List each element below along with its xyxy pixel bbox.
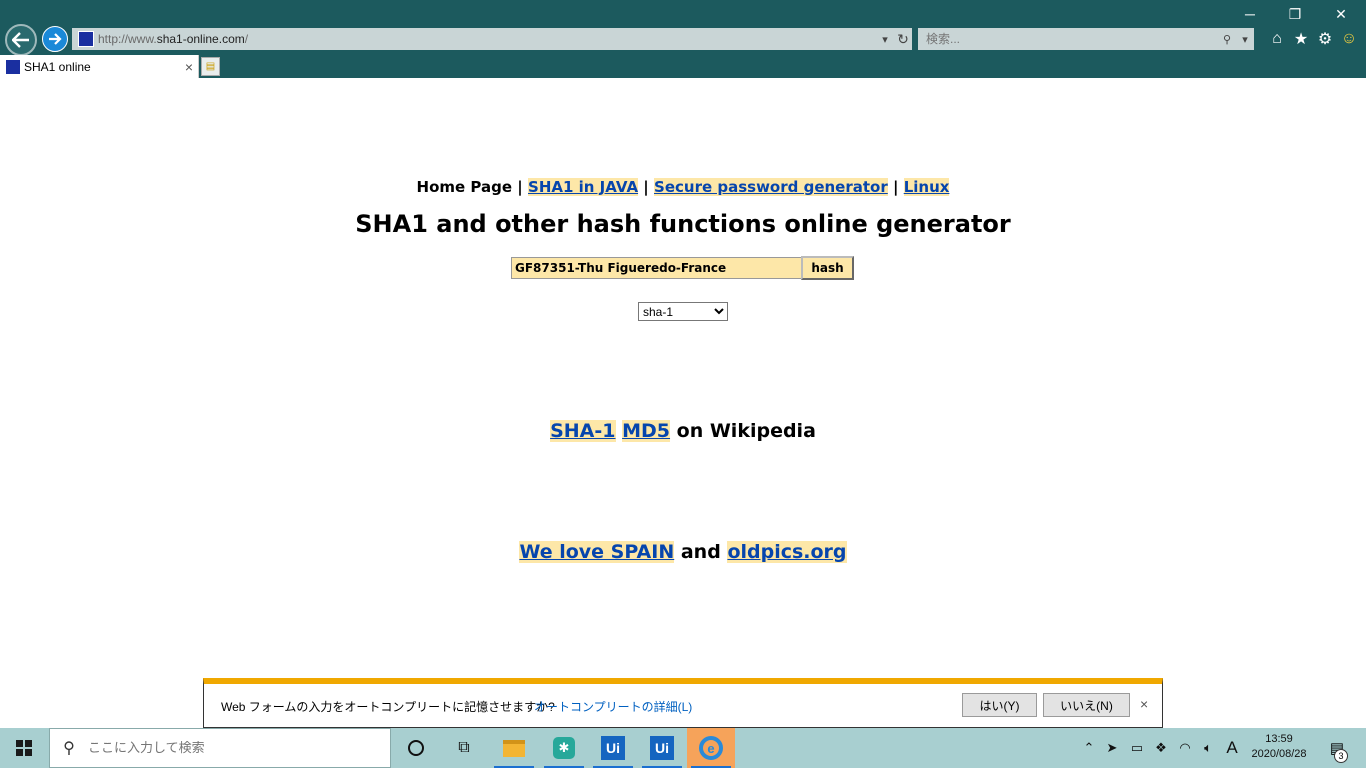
taskbar-search-input[interactable] (88, 740, 390, 756)
we-love-spain-link[interactable]: We love SPAIN (519, 541, 675, 563)
nav-separator: | (517, 178, 523, 196)
taskbar-file-explorer[interactable] (490, 728, 538, 768)
search-icon: ⚲ (63, 740, 75, 757)
address-url[interactable]: http://www.sha1-online.com/ (98, 32, 876, 46)
nav-link-linux[interactable]: Linux (903, 178, 950, 196)
autocomplete-details-link[interactable]: オートコンプリートの詳細(L) (534, 698, 692, 715)
oldpics-link[interactable]: oldpics.org (727, 541, 847, 563)
forward-button[interactable] (42, 26, 68, 52)
uipath-icon: Ui (650, 736, 674, 760)
refresh-icon[interactable]: ↻ (894, 30, 912, 48)
tab-favicon-icon (6, 59, 20, 74)
browser-tab[interactable]: SHA1 online × (0, 55, 199, 78)
autocomplete-notification-bar: Web フォームの入力をオートコンプリートに記憶させますか? オートコンプリート… (203, 678, 1163, 728)
favorites-star-icon[interactable]: ★ (1290, 28, 1312, 50)
folder-icon (503, 739, 525, 757)
close-window-button[interactable]: ✕ (1326, 4, 1356, 24)
browser-search-bar[interactable]: ⚲ ▾ (918, 28, 1254, 50)
minimize-button[interactable]: ─ (1235, 4, 1265, 24)
sha1-wikipedia-link[interactable]: SHA-1 (550, 420, 616, 442)
settings-gear-icon[interactable]: ⚙ (1314, 28, 1336, 50)
nav-home-page: Home Page (416, 178, 513, 196)
autocomplete-yes-button[interactable]: はい(Y) (962, 693, 1037, 717)
dropdown-icon[interactable]: ▾ (876, 30, 894, 48)
taskbar-uipath-2[interactable]: Ui (638, 728, 686, 768)
task-view-button[interactable]: ⧉ (440, 728, 488, 768)
site-favicon-icon (78, 31, 94, 47)
autocomplete-no-button[interactable]: いいえ(N) (1043, 693, 1130, 717)
back-button[interactable] (5, 24, 37, 56)
battery-icon[interactable]: ▭ (1125, 728, 1149, 768)
cortana-button[interactable] (392, 728, 440, 768)
wifi-icon[interactable]: ◠ (1174, 728, 1196, 768)
address-bar[interactable]: http://www.sha1-online.com/ ▾ ↻ (72, 28, 912, 50)
top-navigation: Home Page | SHA1 in JAVA | Secure passwo… (0, 178, 1366, 196)
web-page: Home Page | SHA1 in JAVA | Secure passwo… (0, 78, 1366, 728)
arrow-left-icon (12, 32, 29, 48)
promo-links: We love SPAIN and oldpics.org (0, 541, 1366, 563)
hash-text-input[interactable] (511, 257, 801, 279)
clock-time: 13:59 (1265, 733, 1293, 745)
new-tab-icon: ▤ (205, 61, 216, 72)
windows-taskbar: ⚲ ⧉ ✱ Ui Ui e ⌃ ➤ ▭ ❖ ◠ 🔈︎ A 13:59 2020/… (0, 728, 1366, 768)
home-icon[interactable]: ⌂ (1266, 28, 1288, 50)
nav-link-password-generator[interactable]: Secure password generator (654, 178, 888, 196)
hash-form: hash (511, 256, 854, 280)
md5-wikipedia-link[interactable]: MD5 (622, 420, 671, 442)
hash-button[interactable]: hash (801, 256, 854, 280)
nav-separator: | (643, 178, 649, 196)
notification-close-icon[interactable]: × (1140, 696, 1148, 712)
page-title: SHA1 and other hash functions online gen… (355, 210, 1011, 238)
and-text: and (680, 541, 721, 563)
system-clock[interactable]: 13:59 2020/08/28 (1246, 732, 1312, 762)
taskbar-uipath-1[interactable]: Ui (589, 728, 637, 768)
nav-separator: | (892, 178, 899, 196)
tab-close-icon[interactable]: × (180, 59, 198, 75)
location-icon[interactable]: ➤ (1101, 728, 1123, 768)
taskbar-slack[interactable]: ✱ (540, 728, 588, 768)
restore-button[interactable]: ❐ (1280, 4, 1310, 24)
clock-date: 2020/08/28 (1251, 748, 1307, 760)
arrow-right-icon (49, 33, 62, 45)
browser-search-input[interactable] (918, 32, 1218, 46)
new-tab-button[interactable]: ▤ (201, 57, 220, 76)
smiley-feedback-icon[interactable]: ☺ (1338, 28, 1360, 50)
ime-indicator[interactable]: A (1221, 728, 1243, 768)
wikipedia-links: SHA-1 MD5 on Wikipedia (0, 420, 1366, 442)
task-view-icon: ⧉ (458, 739, 470, 756)
taskbar-internet-explorer[interactable]: e (687, 728, 735, 768)
uipath-icon: Ui (601, 736, 625, 760)
show-hidden-icons-chevron-up-icon[interactable]: ⌃ (1078, 728, 1100, 768)
dropdown-icon[interactable]: ▾ (1236, 30, 1254, 48)
windows-logo-icon (16, 740, 32, 756)
hash-algorithm-select[interactable]: sha-1 (638, 302, 728, 321)
wikipedia-suffix-text: on Wikipedia (676, 420, 816, 442)
start-button[interactable] (0, 728, 48, 768)
volume-icon[interactable]: 🔈︎ (1197, 728, 1219, 768)
taskbar-search-box[interactable]: ⚲ (49, 728, 391, 768)
tab-title: SHA1 online (24, 59, 91, 74)
dropbox-icon[interactable]: ❖ (1150, 728, 1172, 768)
browser-chrome: ─ ❐ ✕ http://www.sha1-online.com/ ▾ ↻ ⚲ … (0, 0, 1366, 78)
cortana-circle-icon (408, 740, 424, 756)
search-icon[interactable]: ⚲ (1218, 30, 1236, 48)
slack-icon: ✱ (553, 737, 575, 759)
internet-explorer-icon: e (699, 736, 723, 760)
autocomplete-message: Web フォームの入力をオートコンプリートに記憶させますか? (221, 700, 555, 714)
notification-count-badge: 3 (1334, 749, 1348, 763)
nav-link-sha1-java[interactable]: SHA1 in JAVA (528, 178, 639, 196)
